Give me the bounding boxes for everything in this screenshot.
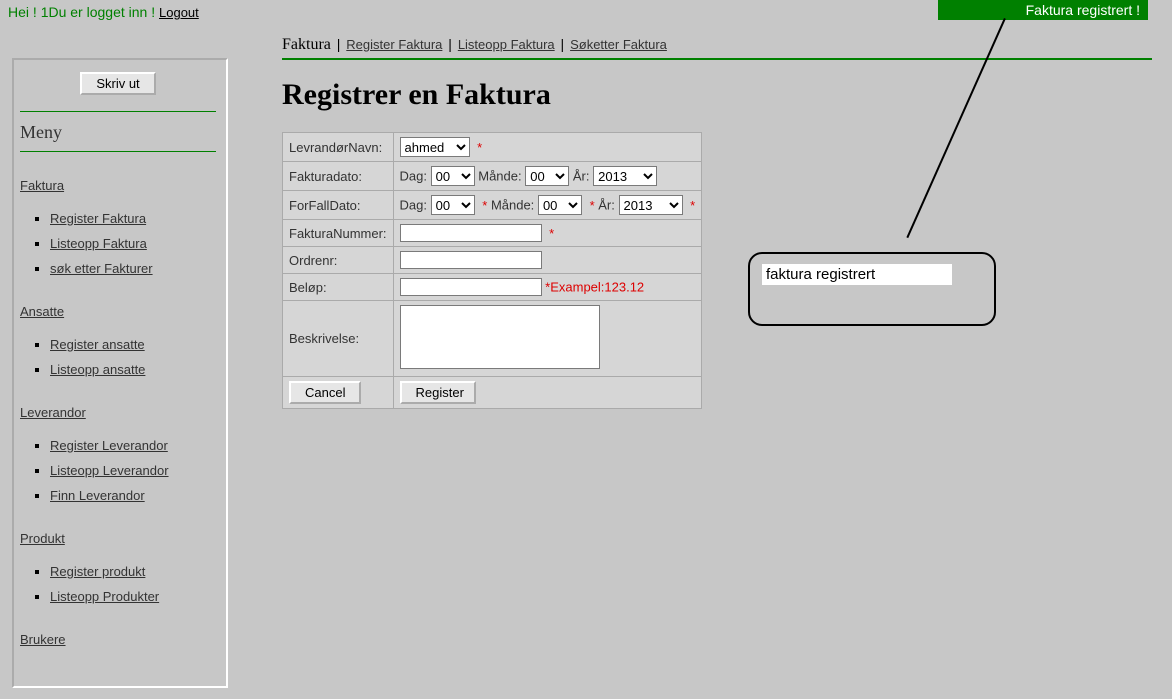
- fakturadato-mnd-select[interactable]: 00: [525, 166, 569, 186]
- sublabel-dag: Dag:: [400, 198, 427, 213]
- sidebar-item-register-leverandor[interactable]: Register Leverandor: [50, 438, 168, 453]
- divider: [20, 111, 216, 112]
- label-forfalldato: ForFallDato:: [283, 191, 394, 220]
- sidebar-item-listeopp-leverandor[interactable]: Listeopp Leverandor: [50, 463, 169, 478]
- sublabel-dag: Dag:: [400, 169, 427, 184]
- sidebar-item-register-ansatte[interactable]: Register ansatte: [50, 337, 145, 352]
- required-asterisk: *: [478, 198, 487, 213]
- fakturadato-dag-select[interactable]: 00: [431, 166, 475, 186]
- sidebar-item-listeopp-faktura[interactable]: Listeopp Faktura: [50, 236, 147, 251]
- list-item: Listeopp ansatte: [50, 362, 216, 377]
- forfall-dag-select[interactable]: 00: [431, 195, 475, 215]
- list-item: Listeopp Leverandor: [50, 463, 216, 478]
- sidebar-item-register-produkt[interactable]: Register produkt: [50, 564, 145, 579]
- leverandor-select[interactable]: ahmed: [400, 137, 470, 157]
- breadcrumb: Faktura | Register Faktura | Listeopp Fa…: [282, 36, 1152, 58]
- breadcrumb-link[interactable]: Register Faktura: [346, 37, 442, 52]
- beskrivelse-textarea[interactable]: [400, 305, 600, 369]
- greeting-prefix: Hei !: [8, 4, 41, 20]
- label-ordrenr: Ordrenr:: [283, 247, 394, 274]
- list-item: søk etter Fakturer: [50, 261, 216, 276]
- divider: [282, 58, 1152, 60]
- breadcrumb-current: Faktura: [282, 36, 331, 53]
- label-leverandor: LevrandørNavn:: [283, 133, 394, 162]
- list-item: Register produkt: [50, 564, 216, 579]
- sublabel-mande: Månde:: [491, 198, 534, 213]
- callout-box: faktura registrert: [748, 252, 996, 326]
- sidebar-item-finn-leverandor[interactable]: Finn Leverandor: [50, 488, 145, 503]
- label-belop: Beløp:: [283, 274, 394, 301]
- main-content: Faktura | Register Faktura | Listeopp Fa…: [282, 36, 1152, 409]
- divider: [20, 151, 216, 152]
- register-button[interactable]: Register: [400, 381, 476, 404]
- example-text: *Exampel:123.12: [545, 280, 644, 295]
- sidebar-item-register-faktura[interactable]: Register Faktura: [50, 211, 146, 226]
- sidebar-item-listeopp-produkter[interactable]: Listeopp Produkter: [50, 589, 159, 604]
- list-item: Finn Leverandor: [50, 488, 216, 503]
- callout-text: faktura registrert: [762, 264, 952, 285]
- sidebar-cat-produkt[interactable]: Produkt: [20, 531, 65, 546]
- required-asterisk: *: [586, 198, 595, 213]
- required-asterisk: *: [473, 140, 482, 155]
- required-asterisk: *: [686, 198, 695, 213]
- register-form: LevrandørNavn: ahmed * Fakturadato: Dag:…: [282, 132, 702, 409]
- cancel-button[interactable]: Cancel: [289, 381, 361, 404]
- sidebar-cat-ansatte[interactable]: Ansatte: [20, 304, 64, 319]
- sidebar-item-sok-fakturer[interactable]: søk etter Fakturer: [50, 261, 153, 276]
- label-fakturanummer: FakturaNummer:: [283, 220, 394, 247]
- sidebar-cat-leverandor[interactable]: Leverandor: [20, 405, 86, 420]
- sidebar: Skriv ut Meny Faktura Register Faktura L…: [12, 58, 228, 688]
- forfall-mnd-select[interactable]: 00: [538, 195, 582, 215]
- sublabel-ar: År:: [598, 198, 615, 213]
- list-item: Register ansatte: [50, 337, 216, 352]
- belop-input[interactable]: [400, 278, 542, 296]
- breadcrumb-link[interactable]: Søketter Faktura: [570, 37, 667, 52]
- breadcrumb-link[interactable]: Listeopp Faktura: [458, 37, 555, 52]
- page-title: Registrer en Faktura: [282, 78, 1152, 112]
- greeting-suffix: Du er logget inn !: [48, 4, 159, 20]
- sublabel-ar: År:: [573, 169, 590, 184]
- fakturanummer-input[interactable]: [400, 224, 542, 242]
- fakturadato-ar-select[interactable]: 2013: [593, 166, 657, 186]
- sidebar-item-listeopp-ansatte[interactable]: Listeopp ansatte: [50, 362, 145, 377]
- print-button[interactable]: Skriv ut: [80, 72, 155, 95]
- sidebar-cat-brukere[interactable]: Brukere: [20, 632, 66, 647]
- sidebar-cat-faktura[interactable]: Faktura: [20, 178, 64, 193]
- sublabel-mande: Månde:: [478, 169, 521, 184]
- list-item: Register Faktura: [50, 211, 216, 226]
- list-item: Listeopp Produkter: [50, 589, 216, 604]
- forfall-ar-select[interactable]: 2013: [619, 195, 683, 215]
- ordrenr-input[interactable]: [400, 251, 542, 269]
- list-item: Listeopp Faktura: [50, 236, 216, 251]
- label-fakturadato: Fakturadato:: [283, 162, 394, 191]
- list-item: Register Leverandor: [50, 438, 216, 453]
- status-banner: Faktura registrert !: [938, 0, 1148, 20]
- menu-header: Meny: [20, 120, 216, 147]
- required-asterisk: *: [545, 226, 554, 241]
- logout-link[interactable]: Logout: [159, 5, 199, 20]
- label-beskrivelse: Beskrivelse:: [283, 301, 394, 377]
